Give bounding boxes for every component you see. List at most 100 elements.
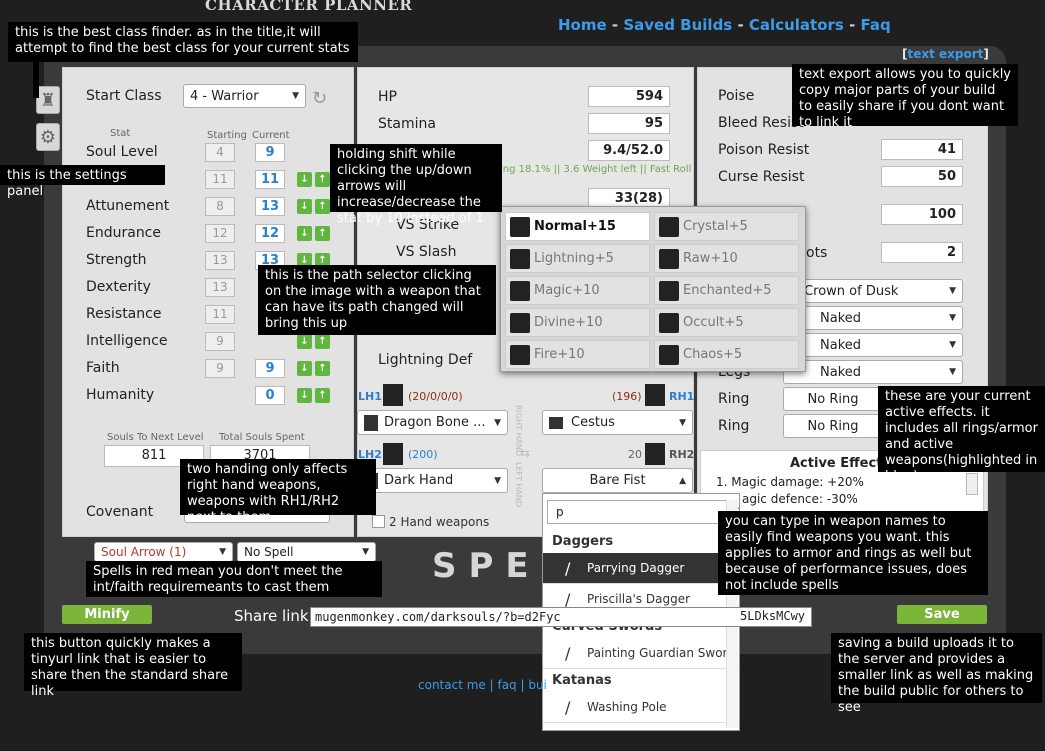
poison-value: 41 xyxy=(881,139,963,160)
slots-value: 2 xyxy=(881,242,963,263)
path-option[interactable]: Magic+10 xyxy=(505,276,650,305)
spell-select-1[interactable]: Soul Arrow (1) ▼ xyxy=(94,542,233,562)
stat-current[interactable]: 12 xyxy=(255,224,285,243)
weapon-icon: / xyxy=(565,559,571,578)
lh1-weapon-select[interactable]: Dragon Bone ... ▼ xyxy=(357,410,508,435)
stat-up-button[interactable]: ↑ xyxy=(315,361,330,376)
weapon-path-icon xyxy=(659,216,679,237)
stat-up-button[interactable]: ↑ xyxy=(315,226,330,241)
stat-name: Humanity xyxy=(86,387,155,403)
weapon-path-icon xyxy=(510,216,530,237)
weapon-search-input[interactable]: p○ xyxy=(547,500,739,524)
ring1-label: Ring xyxy=(718,391,750,407)
rh2-values: 20 xyxy=(628,448,642,461)
ring2-select[interactable]: No Ring xyxy=(783,414,883,438)
covenant-label: Covenant xyxy=(86,504,154,520)
annotation-pointer xyxy=(33,62,39,98)
share-link-input[interactable]: mugenmonkey.com/darksouls/?b=d2Fyc xyxy=(310,607,812,627)
two-hand-checkbox[interactable] xyxy=(372,515,385,528)
annotation-type-names: you can type in weapon names to easily f… xyxy=(718,511,988,595)
hp-label: HP xyxy=(378,89,397,105)
head-armor-select[interactable]: ✩Crown of Dusk▼ xyxy=(783,279,963,303)
nav-home[interactable]: Home xyxy=(558,16,607,34)
souls-next-label: Souls To Next Level xyxy=(107,432,204,443)
rh1-weapon-select[interactable]: Cestus ▼ xyxy=(542,410,693,435)
rh1-label: RH1 xyxy=(669,390,695,403)
chest-armor-select[interactable]: Naked ▼ xyxy=(783,306,963,330)
swap-arrows-icon[interactable]: ⇆ xyxy=(520,446,530,460)
lh1-values: (20/0/0/0) xyxy=(408,390,463,403)
stat-up-button[interactable]: ↑ xyxy=(315,334,330,349)
weapon-path-icon xyxy=(659,344,679,365)
stat-down-button[interactable]: ↓ xyxy=(297,199,312,214)
effects-scrollbar[interactable] xyxy=(966,473,978,495)
nav-calculators[interactable]: Calculators xyxy=(749,16,844,34)
stat-starting: 13 xyxy=(205,278,235,297)
two-hand-label: 2 Hand weapons xyxy=(389,515,490,529)
gear-icon[interactable]: ⚙ xyxy=(36,123,60,151)
refresh-icon[interactable]: ↻ xyxy=(312,88,327,109)
lh2-weapon-select[interactable]: Dark Hand ▼ xyxy=(357,468,508,493)
ring1-select[interactable]: No Ring xyxy=(783,387,883,411)
stat-up-button[interactable]: ↑ xyxy=(315,199,330,214)
dropdown-item[interactable]: / Painting Guardian Sword xyxy=(543,638,739,669)
stat-up-button[interactable]: ↑ xyxy=(315,172,330,187)
path-option[interactable]: Raw+10 xyxy=(654,244,799,273)
lh2-weapon-icon[interactable] xyxy=(383,443,403,465)
dropdown-item[interactable]: / Parrying Dagger xyxy=(543,553,739,584)
stat-current[interactable]: 11 xyxy=(255,170,285,189)
hp-value: 594 xyxy=(588,86,670,107)
stat-current[interactable]: 13 xyxy=(255,197,285,216)
footer-links[interactable]: contact me | faq | bui xyxy=(418,678,547,692)
stat-down-button[interactable]: ↓ xyxy=(297,334,312,349)
text-export-link[interactable]: [text export] xyxy=(902,47,989,61)
stat-current[interactable]: 9 xyxy=(255,359,285,378)
souls-spent-label: Total Souls Spent xyxy=(219,432,305,443)
path-option[interactable]: Chaos+5 xyxy=(654,340,799,369)
stat-down-button[interactable]: ↓ xyxy=(297,226,312,241)
path-option[interactable]: Fire+10 xyxy=(505,340,650,369)
path-option[interactable]: Divine+10 xyxy=(505,308,650,337)
effect-1: 1. Magic damage: +20% xyxy=(716,475,864,489)
hands-armor-select[interactable]: Naked ▼ xyxy=(783,333,963,357)
save-button[interactable]: Save xyxy=(897,605,987,624)
path-option[interactable]: Enchanted+5 xyxy=(654,276,799,305)
start-class-label: Start Class xyxy=(86,88,162,104)
path-option[interactable]: Normal+15 xyxy=(505,212,650,241)
legs-armor-select[interactable]: Naked ▼ xyxy=(783,360,963,384)
stat-starting: 4 xyxy=(205,143,235,162)
poison-label: Poison Resist xyxy=(718,142,810,158)
annotation-effects: these are your current active effects. i… xyxy=(878,386,1045,484)
effect-2: agic defence: -30% xyxy=(742,492,858,506)
poise-label: Poise xyxy=(718,88,755,104)
lh1-weapon-icon[interactable] xyxy=(383,384,403,406)
spell-select-2[interactable]: No Spell ▼ xyxy=(237,542,376,562)
class-finder-icon[interactable]: ♜ xyxy=(36,86,60,114)
slots-label: ots xyxy=(806,245,828,261)
stat-starting: 11 xyxy=(205,305,235,324)
nav-faq[interactable]: Faq xyxy=(861,16,891,34)
stat-down-button[interactable]: ↓ xyxy=(297,172,312,187)
vs-slash-label: VS Slash xyxy=(396,244,457,260)
rh2-weapon-icon[interactable] xyxy=(645,443,665,465)
dropdown-group-label: Daggers xyxy=(552,534,614,549)
rh1-weapon-icon[interactable] xyxy=(645,384,665,406)
minify-button[interactable]: Minify xyxy=(62,605,152,624)
path-option[interactable]: Lightning+5 xyxy=(505,244,650,273)
stat-current[interactable]: 9 xyxy=(255,143,285,162)
dropdown-item[interactable]: / Washing Pole xyxy=(543,692,739,723)
lh2-values: (200) xyxy=(408,448,438,461)
stat-down-button[interactable]: ↓ xyxy=(297,361,312,376)
stat-starting: 8 xyxy=(205,197,235,216)
col-starting: Starting xyxy=(207,130,247,141)
start-class-select[interactable]: 4 - Warrior ▼ xyxy=(183,84,306,108)
lh1-label: LH1 xyxy=(358,390,382,403)
path-option[interactable]: Crystal+5 xyxy=(654,212,799,241)
stat-name: Faith xyxy=(86,360,120,376)
stat-current[interactable]: 0 xyxy=(255,386,285,405)
path-option[interactable]: Occult+5 xyxy=(654,308,799,337)
rh2-weapon-select[interactable]: Bare Fist ▲ xyxy=(542,468,693,493)
nav-saved-builds[interactable]: Saved Builds xyxy=(623,16,732,34)
stat-down-button[interactable]: ↓ xyxy=(297,388,312,403)
stat-up-button[interactable]: ↑ xyxy=(315,388,330,403)
